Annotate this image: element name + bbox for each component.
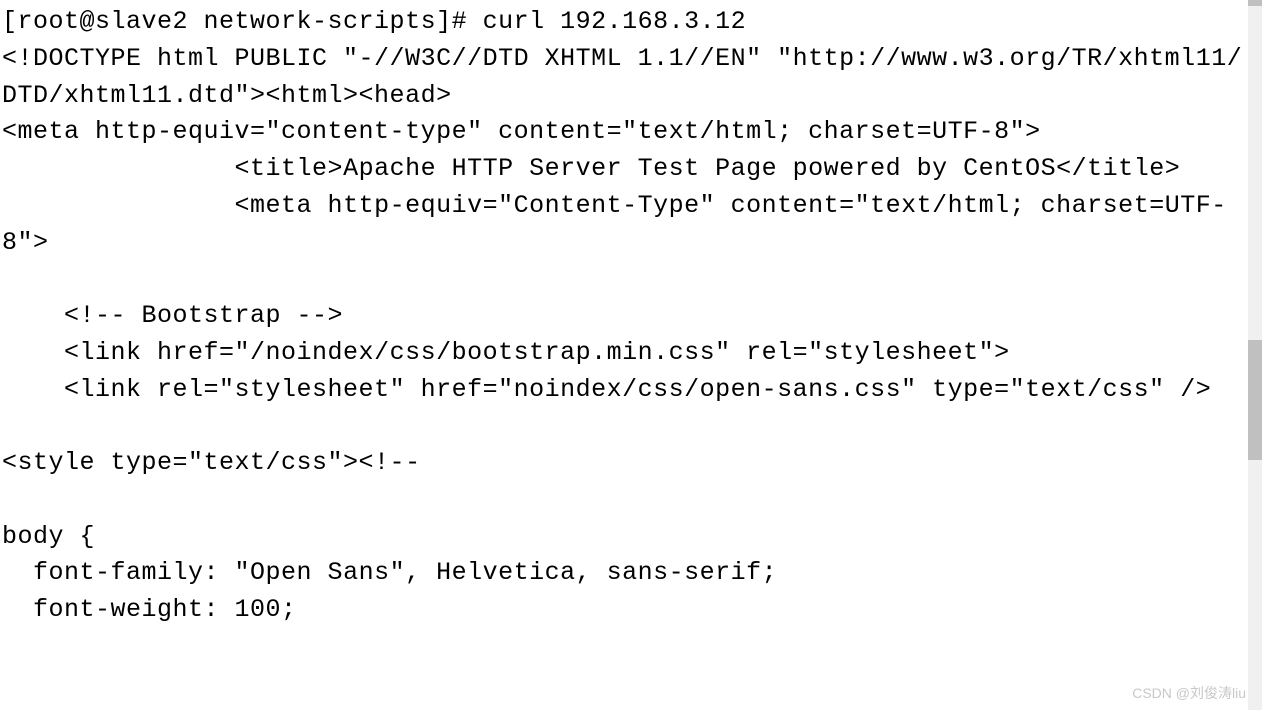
terminal-output[interactable]: [root@slave2 network-scripts]# curl 192.… bbox=[0, 0, 1248, 629]
output-line: font-family: "Open Sans", Helvetica, san… bbox=[2, 558, 777, 587]
output-line: <!-- Bootstrap --> bbox=[2, 301, 343, 330]
watermark-text: CSDN @刘俊涛liu bbox=[1132, 683, 1246, 704]
prompt-text: [root@slave2 network-scripts]# bbox=[2, 7, 483, 36]
output-line: body { bbox=[2, 522, 95, 551]
output-line: <meta http-equiv="content-type" content=… bbox=[2, 117, 1041, 146]
output-line: <link rel="stylesheet" href="noindex/css… bbox=[2, 375, 1211, 404]
scrollbar[interactable] bbox=[1248, 0, 1262, 710]
output-line: font-weight: 100; bbox=[2, 595, 297, 624]
scrollbar-thumb[interactable] bbox=[1248, 340, 1262, 460]
output-line: <link href="/noindex/css/bootstrap.min.c… bbox=[2, 338, 1010, 367]
command-text: curl 192.168.3.12 bbox=[483, 7, 747, 36]
output-line: <meta http-equiv="Content-Type" content=… bbox=[2, 191, 1227, 257]
output-line: <title>Apache HTTP Server Test Page powe… bbox=[2, 154, 1180, 183]
output-line: <style type="text/css"><!-- bbox=[2, 448, 421, 477]
output-line: <!DOCTYPE html PUBLIC "-//W3C//DTD XHTML… bbox=[2, 44, 1242, 110]
scrollbar-thumb[interactable] bbox=[1248, 0, 1262, 6]
